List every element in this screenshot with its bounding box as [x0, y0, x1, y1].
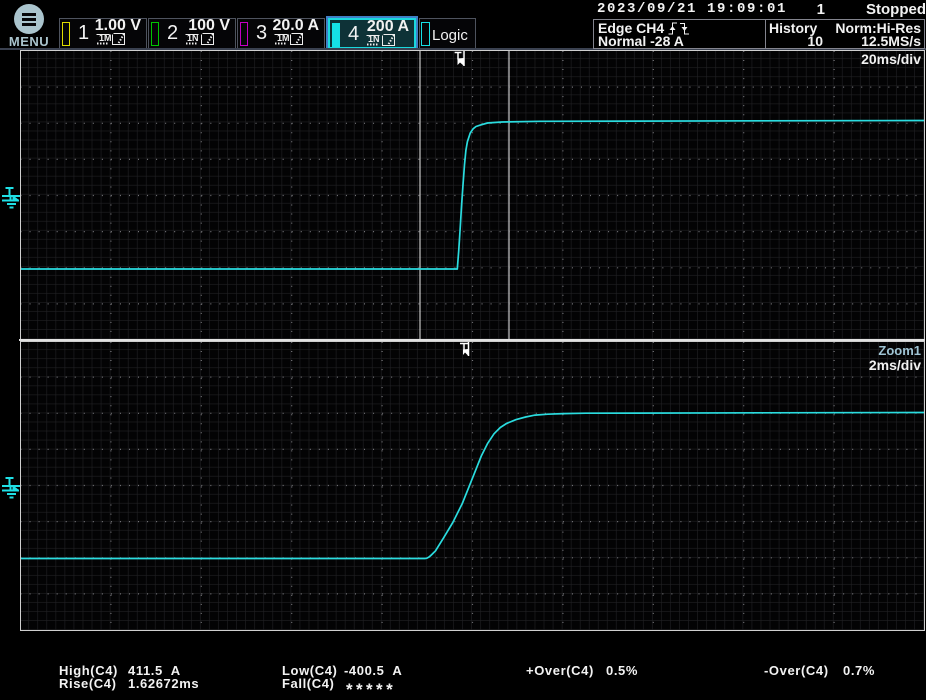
svg-text:1N: 1N [368, 34, 380, 44]
svg-text:1M: 1M [99, 33, 112, 43]
svg-text:1M: 1M [277, 33, 290, 43]
svg-text:1N: 1N [187, 33, 199, 43]
